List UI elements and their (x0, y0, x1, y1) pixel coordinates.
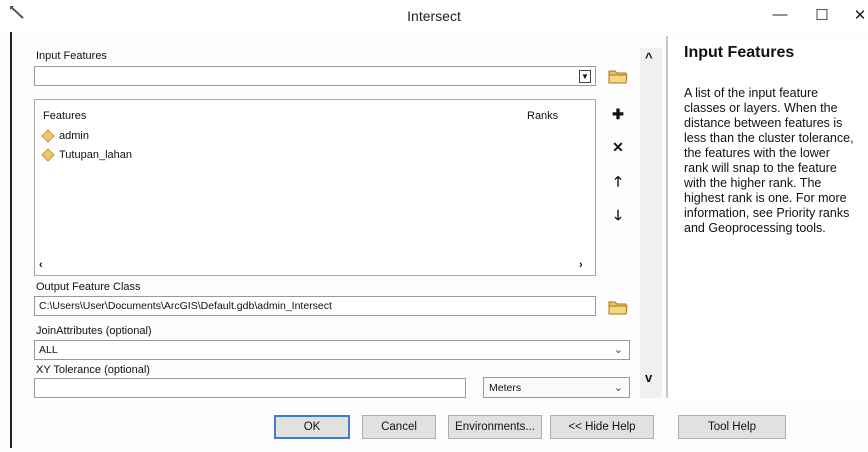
input-features-combobox[interactable]: ▼ (34, 66, 596, 86)
output-feature-class-field[interactable]: C:\Users\User\Documents\ArcGIS\Default.g… (34, 296, 596, 316)
output-feature-class-label: Output Feature Class (36, 281, 141, 293)
input-features-label: Input Features (36, 50, 107, 62)
move-up-icon[interactable]: 🡑 (608, 171, 628, 191)
form-vertical-scrollbar[interactable]: ^ v (640, 48, 662, 398)
add-icon[interactable]: ✚ (608, 104, 628, 124)
browse-folder-icon[interactable] (608, 298, 628, 316)
join-attributes-value: ALL (39, 344, 58, 356)
close-button[interactable]: ✕ (850, 6, 868, 24)
ok-button[interactable]: OK (274, 415, 350, 439)
move-down-icon[interactable]: 🡓 (608, 205, 628, 225)
features-list[interactable]: Features Ranks admin Tutupan_lahan ‹ › (34, 99, 596, 276)
xy-tolerance-label: XY Tolerance (optional) (36, 364, 150, 376)
window-title: Intersect (407, 8, 461, 24)
cancel-button[interactable]: Cancel (362, 415, 436, 439)
xy-units-value: Meters (489, 382, 522, 394)
list-item[interactable]: admin (41, 128, 241, 144)
chevron-down-icon: ⌄ (613, 382, 623, 394)
environments-button[interactable]: Environments... (448, 415, 542, 439)
list-horizontal-scrollbar[interactable]: ‹ › (35, 257, 595, 275)
join-attributes-label: JoinAttributes (optional) (36, 325, 152, 337)
feature-class-icon (41, 129, 55, 143)
chevron-down-icon[interactable]: ▼ (579, 70, 591, 83)
scroll-down-icon[interactable]: v (645, 370, 652, 385)
list-item-label: admin (59, 130, 89, 142)
scroll-left-icon[interactable]: ‹ (39, 259, 43, 271)
minimize-button[interactable]: — (770, 6, 790, 23)
maximize-button[interactable]: ☐ (812, 6, 832, 24)
tool-help-button[interactable]: Tool Help (678, 415, 786, 439)
help-text: A list of the input feature classes or l… (684, 86, 854, 235)
output-feature-class-value: C:\Users\User\Documents\ArcGIS\Default.g… (39, 300, 332, 312)
xy-tolerance-input[interactable] (34, 378, 466, 398)
list-item-label: Tutupan_lahan (59, 149, 132, 161)
browse-folder-icon[interactable] (608, 67, 628, 85)
feature-class-icon (41, 148, 55, 162)
remove-icon[interactable]: ✕ (608, 137, 628, 157)
hide-help-button[interactable]: << Hide Help (550, 415, 654, 439)
list-item[interactable]: Tutupan_lahan (41, 147, 241, 163)
scroll-up-icon[interactable]: ^ (645, 50, 653, 65)
scroll-right-icon[interactable]: › (579, 259, 583, 271)
chevron-down-icon: ⌄ (613, 344, 623, 356)
features-column-header: Features (43, 110, 87, 122)
join-attributes-select[interactable]: ALL ⌄ (34, 340, 630, 360)
help-title: Input Features (684, 44, 795, 61)
ranks-column-header: Ranks (527, 110, 559, 122)
xy-units-select[interactable]: Meters ⌄ (483, 377, 630, 398)
